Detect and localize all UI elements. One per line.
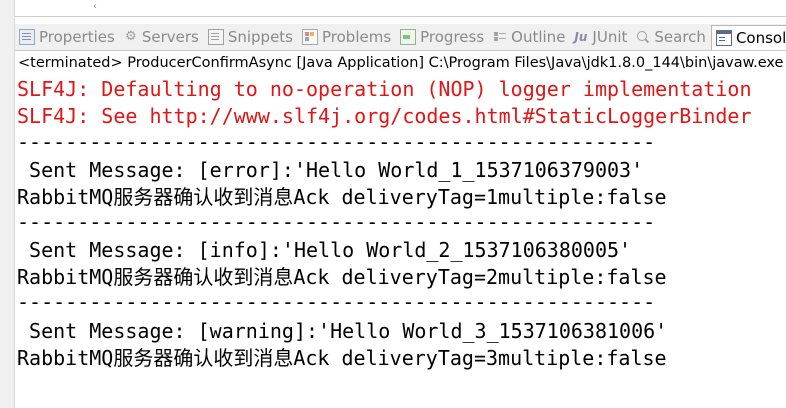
console-line: ----------------------------------------… bbox=[17, 130, 656, 154]
tab-label: Properties bbox=[39, 28, 115, 46]
tab-label: Snippets bbox=[227, 28, 293, 46]
problems-icon bbox=[302, 29, 318, 45]
console-line: Sent Message: [info]:'Hello World_2_1537… bbox=[17, 238, 632, 262]
outline-icon bbox=[493, 30, 507, 44]
tab-label: Progress bbox=[420, 28, 485, 46]
tab-properties[interactable]: Properties bbox=[15, 24, 120, 50]
console-status-line: <terminated> ProducerConfirmAsync [Java … bbox=[15, 52, 786, 74]
tab-label: Problems bbox=[322, 28, 392, 46]
editor-area-remnant: ‹ bbox=[15, 0, 786, 17]
search-icon bbox=[636, 30, 650, 44]
tab-snippets[interactable]: Snippets bbox=[204, 24, 298, 50]
tab-outline[interactable]: Outline bbox=[489, 24, 570, 50]
tab-servers[interactable]: ⚙ Servers bbox=[120, 24, 204, 50]
view-tab-bar: Properties ⚙ Servers Snippets Problems P… bbox=[15, 24, 786, 51]
tab-label: JUnit bbox=[592, 28, 628, 46]
tab-search[interactable]: Search bbox=[632, 24, 711, 50]
tab-problems[interactable]: Problems bbox=[298, 24, 396, 50]
console-line: ----------------------------------------… bbox=[17, 210, 656, 234]
console-line: SLF4J: See http://www.slf4j.org/codes.ht… bbox=[17, 104, 752, 128]
tab-label: Search bbox=[654, 28, 706, 46]
snippets-icon bbox=[207, 29, 224, 45]
console-output[interactable]: SLF4J: Defaulting to no-operation (NOP) … bbox=[15, 76, 786, 408]
console-line: Sent Message: [warning]:'Hello World_3_1… bbox=[17, 319, 668, 343]
console-line: SLF4J: Defaulting to no-operation (NOP) … bbox=[17, 77, 752, 101]
tab-label: Console bbox=[735, 29, 786, 47]
console-line: RabbitMQ服务器确认收到消息Ack deliveryTag=1multip… bbox=[17, 185, 667, 209]
console-line: RabbitMQ服务器确认收到消息Ack deliveryTag=2multip… bbox=[17, 265, 667, 289]
junit-icon: Ju bbox=[574, 30, 588, 44]
left-frame-strip bbox=[0, 0, 15, 408]
console-line: Sent Message: [error]:'Hello World_1_153… bbox=[17, 158, 644, 182]
console-line: ----------------------------------------… bbox=[17, 290, 656, 314]
tab-label: Outline bbox=[511, 28, 566, 46]
servers-icon: ⚙ bbox=[124, 29, 137, 44]
tab-junit[interactable]: Ju JUnit bbox=[570, 24, 632, 50]
tab-progress[interactable]: Progress bbox=[396, 24, 489, 50]
console-line: RabbitMQ服务器确认收到消息Ack deliveryTag=3multip… bbox=[17, 346, 667, 370]
tab-label: Servers bbox=[141, 28, 199, 46]
tab-console[interactable]: Console bbox=[710, 24, 786, 50]
properties-icon bbox=[19, 29, 35, 45]
scroll-left-icon[interactable]: ‹ bbox=[93, 0, 103, 14]
console-icon bbox=[715, 30, 732, 46]
progress-icon bbox=[400, 29, 417, 45]
